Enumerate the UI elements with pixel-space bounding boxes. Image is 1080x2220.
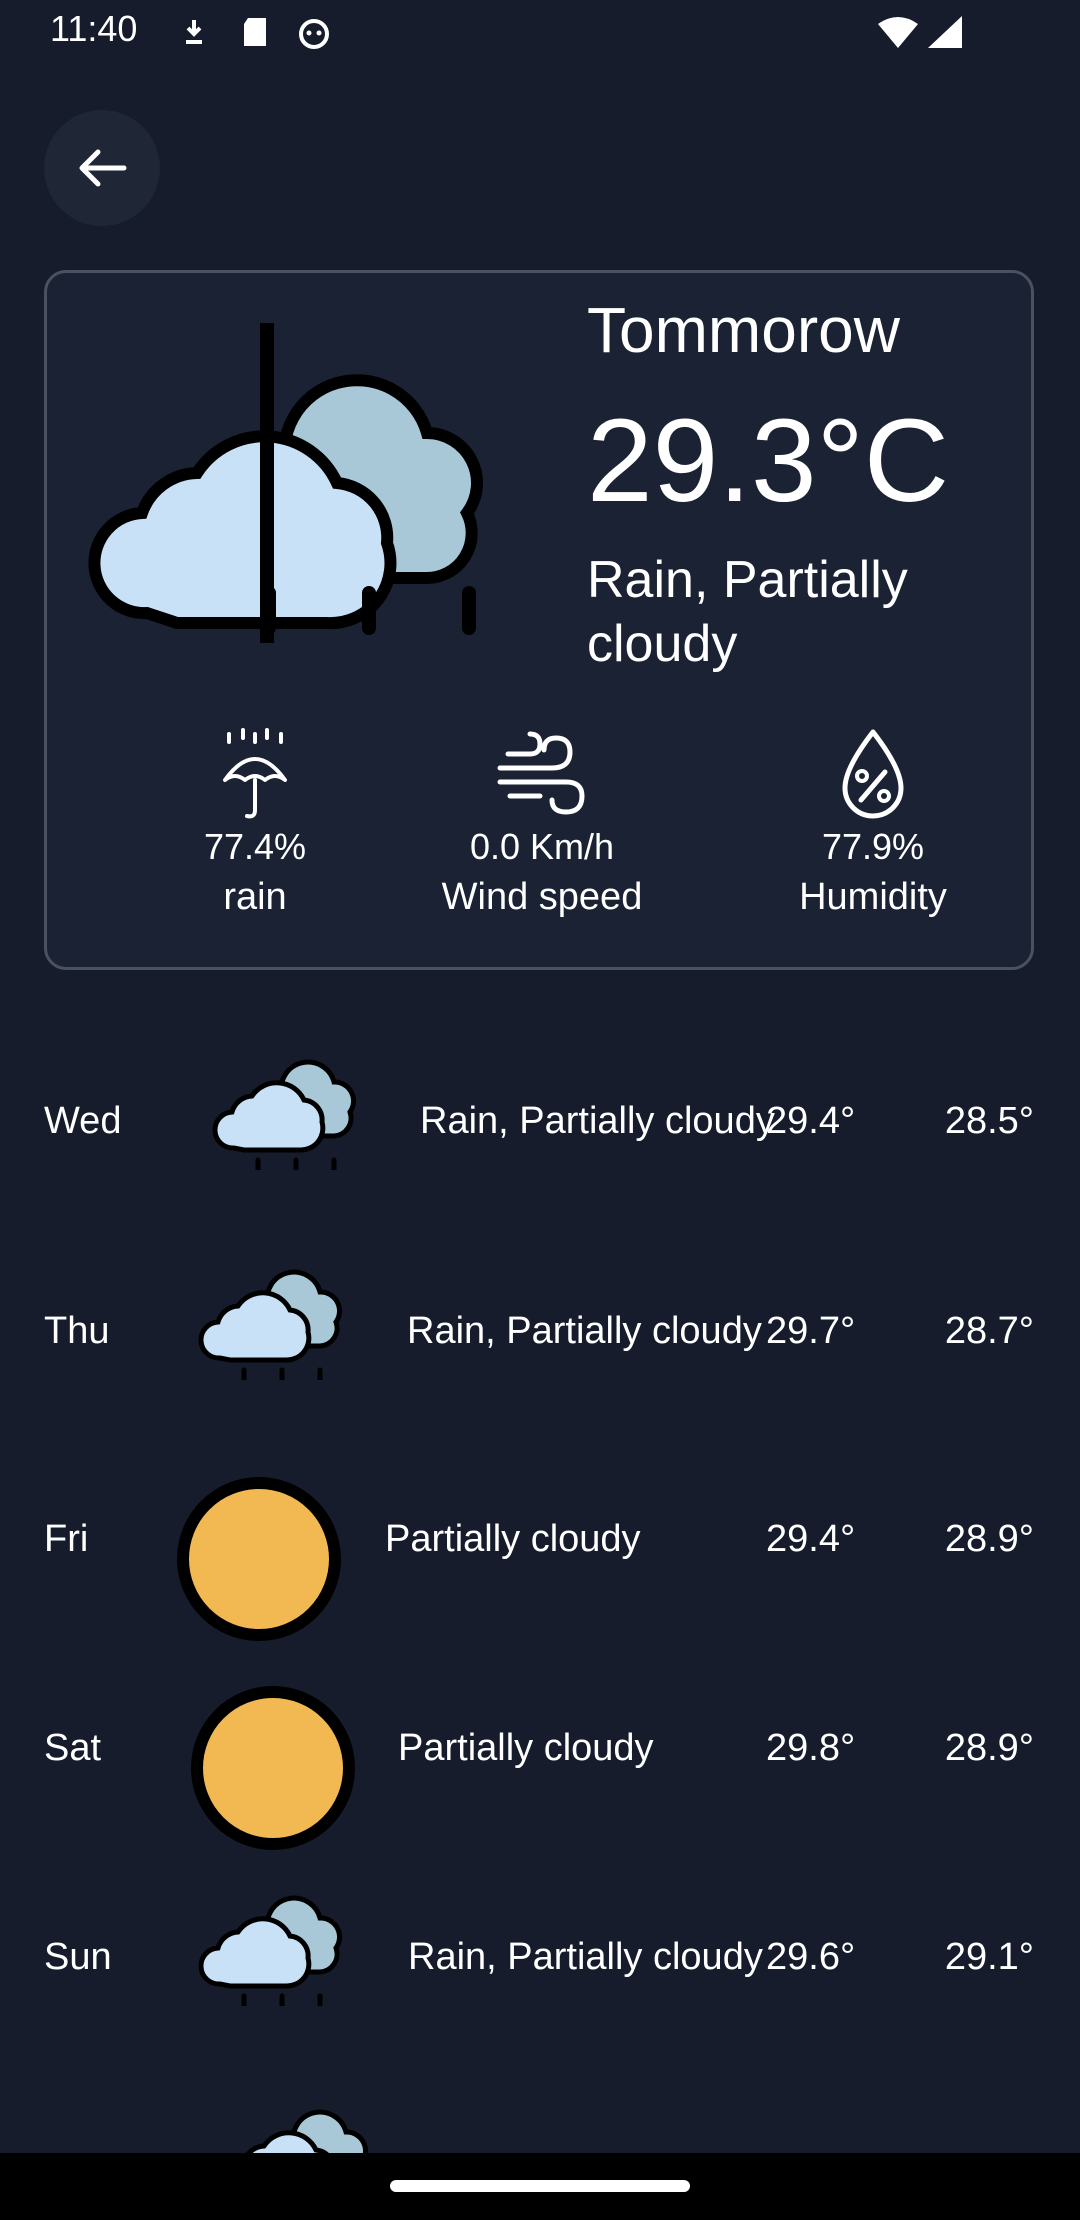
back-button[interactable] bbox=[44, 110, 160, 226]
download-icon bbox=[176, 14, 212, 50]
sd-card-icon bbox=[238, 14, 274, 50]
arrow-left-icon bbox=[79, 149, 127, 187]
status-time: 11:40 bbox=[50, 8, 138, 49]
forecast-description: Partially cloudy bbox=[398, 1727, 654, 1769]
rain-metric: 77.4% rain bbox=[125, 728, 385, 919]
humidity-metric: 77.9% Humidity bbox=[743, 728, 1003, 919]
forecast-low: 28.7° bbox=[944, 1310, 1034, 1352]
forecast-high: 29.6° bbox=[766, 1936, 856, 1978]
weather-description: Rain, Partially cloudy bbox=[587, 551, 908, 673]
umbrella-icon bbox=[223, 728, 287, 819]
forecast-row-sun[interactable]: Sun Rain, Partially cloudy 29.6° 29.1° bbox=[0, 1856, 1080, 2066]
tomorrow-weather-card: Tommorow 29.3°C Rain, Partially cloudy 7… bbox=[44, 270, 1034, 970]
forecast-low: 28.5° bbox=[944, 1100, 1034, 1142]
forecast-high: 29.7° bbox=[766, 1310, 856, 1352]
forecast-high: 29.4° bbox=[766, 1518, 856, 1560]
forecast-low: 28.9° bbox=[944, 1727, 1034, 1769]
forecast-high: 29.8° bbox=[766, 1727, 856, 1769]
forecast-description: Rain, Partially cloudy bbox=[408, 1936, 763, 1978]
forecast-day: Thu bbox=[44, 1310, 110, 1352]
forecast-description: Rain, Partially cloudy bbox=[420, 1100, 775, 1142]
sun-icon bbox=[191, 1686, 355, 1850]
humidity-drop-icon bbox=[842, 729, 904, 819]
forecast-day: Wed bbox=[44, 1100, 122, 1142]
rain-value: 77.4% bbox=[203, 826, 307, 867]
rain-cloud-icon bbox=[240, 2109, 368, 2160]
temperature: 29.3°C bbox=[587, 395, 950, 527]
home-gesture-handle[interactable] bbox=[390, 2180, 690, 2192]
cat-icon bbox=[296, 14, 332, 50]
forecast-day-title: Tommorow bbox=[587, 294, 900, 366]
forecast-row-wed[interactable]: Wed Rain, Partially cloudy 29.4° 28.5° bbox=[0, 1020, 1080, 1230]
forecast-low: 28.9° bbox=[944, 1518, 1034, 1560]
wifi-icon bbox=[878, 16, 918, 52]
status-bar: 11:40 bbox=[0, 0, 1080, 64]
wind-icon bbox=[497, 731, 585, 815]
sun-icon bbox=[177, 1477, 341, 1641]
forecast-low: 29.1° bbox=[944, 1936, 1034, 1978]
wind-value: 0.0 Km/h bbox=[469, 826, 615, 867]
forecast-description: Rain, Partially cloudy bbox=[407, 1310, 762, 1352]
rain-cloud-icon bbox=[198, 1269, 342, 1380]
rain-cloud-icon bbox=[198, 1895, 342, 2006]
rain-label: rain bbox=[223, 876, 287, 918]
forecast-row-fri[interactable]: Fri Partially cloudy 29.4° 28.9° bbox=[0, 1438, 1080, 1648]
forecast-day: Sun bbox=[44, 1936, 112, 1978]
forecast-high: 29.4° bbox=[766, 1100, 856, 1142]
forecast-day: Fri bbox=[44, 1518, 89, 1560]
signal-icon bbox=[928, 16, 964, 52]
wind-label: Wind speed bbox=[441, 876, 643, 918]
forecast-day: Sat bbox=[44, 1727, 102, 1769]
forecast-row-thu[interactable]: Thu Rain, Partially cloudy 29.7° 28.7° bbox=[0, 1230, 1080, 1440]
rain-drops-icon bbox=[262, 586, 476, 635]
humidity-value: 77.9% bbox=[821, 826, 925, 867]
wind-metric: 0.0 Km/h Wind speed bbox=[412, 728, 672, 919]
forecast-description: Partially cloudy bbox=[385, 1518, 641, 1560]
forecast-row-sat[interactable]: Sat Partially cloudy 29.8° 28.9° bbox=[0, 1647, 1080, 1857]
forecast-row-partial[interactable] bbox=[0, 2080, 1080, 2160]
rain-cloud-icon bbox=[212, 1059, 356, 1170]
navigation-bar bbox=[0, 2153, 1080, 2220]
humidity-label: Humidity bbox=[799, 876, 947, 918]
